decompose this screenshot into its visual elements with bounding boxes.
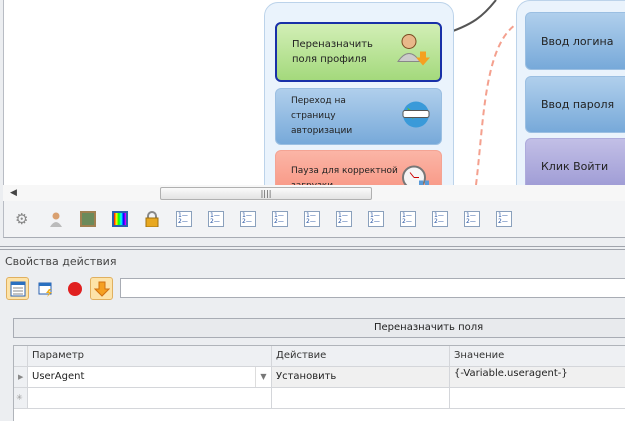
action-input[interactable] bbox=[120, 278, 625, 298]
palette-icon[interactable] bbox=[112, 211, 128, 227]
numbered-list-icon[interactable]: 1—2— bbox=[336, 211, 352, 227]
numbered-list-icon[interactable]: 1—2— bbox=[240, 211, 256, 227]
new-row-icon: ✳ bbox=[14, 388, 28, 408]
scroll-left-arrow-icon[interactable]: ◀ bbox=[10, 188, 17, 198]
table-header: Параметр Действие Значение bbox=[14, 346, 625, 367]
node-goto-auth-page[interactable]: Переход на страницу авторизации bbox=[275, 88, 442, 145]
window-lightning-button[interactable] bbox=[34, 277, 57, 300]
param-dropdown[interactable]: UserAgent ▼ bbox=[28, 367, 272, 387]
lock-icon[interactable] bbox=[144, 211, 160, 228]
row-indicator-icon: ▶ bbox=[14, 367, 28, 387]
gear-icon[interactable]: ⚙ bbox=[15, 211, 31, 227]
column-header-param[interactable]: Параметр bbox=[28, 346, 272, 366]
chalkboard-icon[interactable] bbox=[80, 211, 96, 227]
node-reassign-profile[interactable]: Переназначить поля профиля bbox=[275, 22, 442, 82]
chevron-down-icon[interactable]: ▼ bbox=[255, 367, 271, 387]
red-circle-icon bbox=[67, 281, 82, 296]
numbered-list-icon[interactable]: 1—2— bbox=[304, 211, 320, 227]
value-cell[interactable]: {-Variable.useragent-} bbox=[450, 367, 625, 387]
dashed-connector bbox=[475, 21, 521, 185]
arrow-down-icon bbox=[93, 281, 110, 297]
grid-title-bar: Переназначить поля bbox=[13, 318, 625, 338]
new-row[interactable]: ✳ bbox=[14, 388, 625, 409]
table-icon bbox=[10, 281, 25, 296]
numbered-list-icon[interactable]: 1—2— bbox=[176, 211, 192, 227]
numbered-list-icon[interactable]: 1—2— bbox=[368, 211, 384, 227]
numbered-list-icon[interactable]: 1—2— bbox=[496, 211, 512, 227]
numbered-list-icon[interactable]: 1—2— bbox=[272, 211, 288, 227]
column-header-value[interactable]: Значение bbox=[450, 346, 625, 366]
table-row[interactable]: ▶ UserAgent ▼ Установить {-Variable.usera… bbox=[14, 367, 625, 388]
scroll-thumb[interactable]: |||| bbox=[160, 187, 372, 200]
numbered-list-icon[interactable]: 1—2— bbox=[208, 211, 224, 227]
workflow-canvas[interactable]: Переназначить поля профиля Переход на ст… bbox=[3, 0, 625, 185]
node-pause[interactable]: Пауза для корректной загрузки bbox=[275, 150, 442, 185]
new-param-cell[interactable] bbox=[28, 388, 272, 408]
column-header-action[interactable]: Действие bbox=[272, 346, 450, 366]
new-value-cell[interactable] bbox=[450, 388, 625, 408]
user-icon[interactable] bbox=[48, 211, 64, 227]
stopwatch-pause-icon bbox=[401, 160, 431, 185]
action-cell[interactable]: Установить bbox=[272, 367, 450, 387]
params-table: Параметр Действие Значение ▶ UserAgent ▼ … bbox=[13, 345, 625, 421]
horizontal-scrollbar[interactable]: ◀ |||| bbox=[3, 185, 625, 201]
numbered-list-icon[interactable]: 1—2— bbox=[464, 211, 480, 227]
numbered-list-icon[interactable]: 1—2— bbox=[432, 211, 448, 227]
node-enter-login[interactable]: Ввод логина bbox=[525, 12, 625, 70]
numbered-list-icon[interactable]: 1—2— bbox=[400, 211, 416, 227]
node-enter-password[interactable]: Ввод пароля bbox=[525, 76, 625, 133]
user-down-icon bbox=[394, 32, 430, 73]
stop-button[interactable] bbox=[63, 277, 86, 300]
table-view-button[interactable] bbox=[6, 277, 29, 300]
splitter[interactable] bbox=[0, 246, 625, 250]
www-globe-icon bbox=[401, 99, 431, 134]
node-click-login[interactable]: Клик Войти bbox=[525, 138, 625, 185]
new-action-cell[interactable] bbox=[272, 388, 450, 408]
window-lightning-icon bbox=[38, 282, 52, 297]
canvas-toolbar: ⚙ 1—2— 1—2— 1—2— 1—2— 1—2— 1—2— 1—2— 1—2… bbox=[3, 201, 625, 238]
properties-title: Свойства действия bbox=[5, 255, 117, 268]
move-down-button[interactable] bbox=[90, 277, 113, 300]
